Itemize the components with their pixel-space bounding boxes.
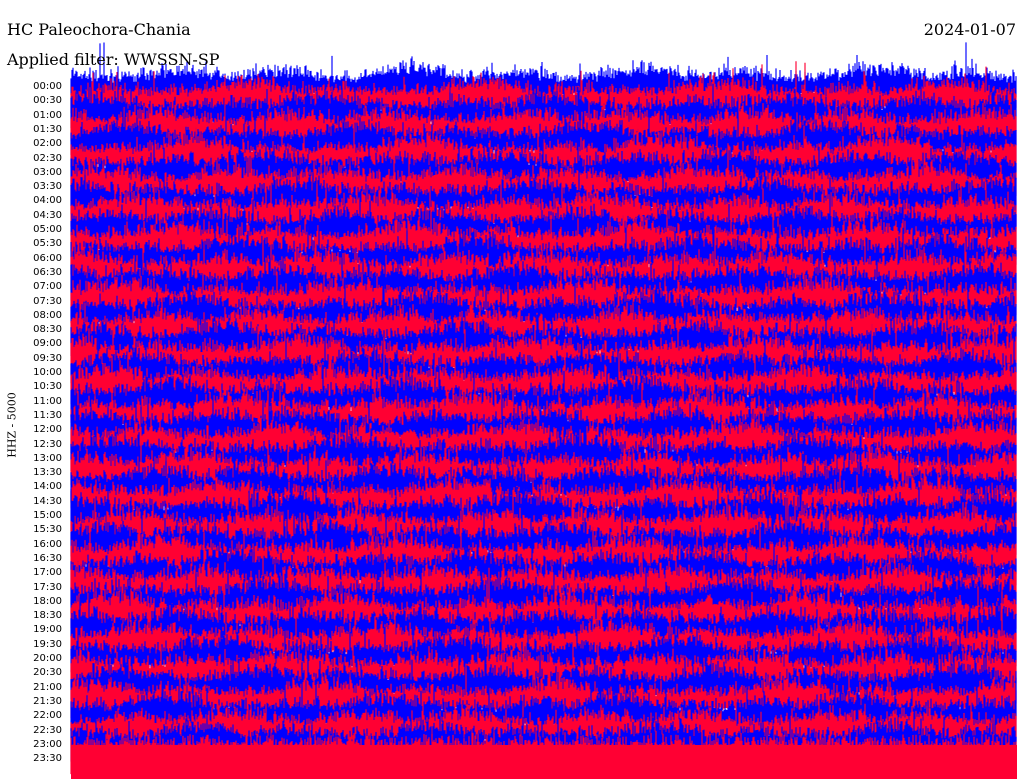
helicorder-plot bbox=[70, 42, 1017, 779]
filter-label: Applied filter: WWSSN-SP bbox=[7, 50, 220, 69]
trace-2330-fill bbox=[71, 745, 1017, 779]
